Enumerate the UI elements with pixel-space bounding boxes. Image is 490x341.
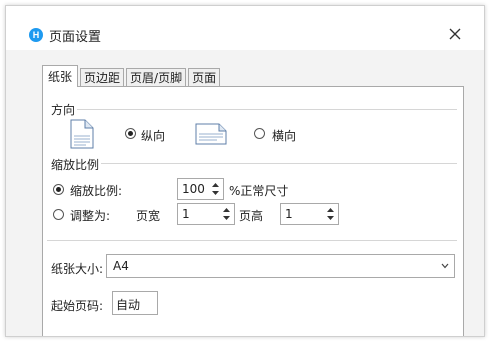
scale-percent-label: 缩放比例: bbox=[70, 184, 123, 198]
dialog-title: 页面设置 bbox=[49, 30, 102, 45]
tab-header-footer[interactable]: 页眉/页脚 bbox=[126, 68, 187, 87]
scaling-section-label: 缩放比例 bbox=[51, 158, 100, 172]
pages-wide-value: 1 bbox=[182, 207, 190, 221]
paper-size-value: A4 bbox=[113, 259, 129, 273]
scale-percent-stepper[interactable]: 100 bbox=[177, 178, 224, 200]
page-setup-dialog: H 页面设置 纸张 页边距 页眉/页脚 页面 方向 纵向 横向 缩放比例 缩放比… bbox=[5, 5, 485, 337]
paper-size-label: 纸张大小: bbox=[51, 262, 104, 276]
scaling-divider bbox=[101, 163, 457, 164]
paper-size-divider bbox=[47, 240, 457, 241]
close-icon bbox=[449, 28, 461, 40]
app-logo-icon: H bbox=[29, 28, 43, 42]
stepper-arrows-icon[interactable] bbox=[326, 206, 335, 222]
pages-tall-stepper[interactable]: 1 bbox=[280, 203, 339, 225]
title-bar: H 页面设置 bbox=[6, 6, 484, 50]
fit-to-pages-label: 调整为: bbox=[70, 209, 111, 223]
scale-percent-radio[interactable] bbox=[53, 184, 64, 195]
close-button[interactable] bbox=[444, 23, 466, 45]
first-page-number-label: 起始页码: bbox=[51, 299, 104, 313]
portrait-label: 纵向 bbox=[141, 129, 166, 143]
tab-page[interactable]: 页面 bbox=[188, 68, 221, 87]
tab-paper[interactable]: 纸张 bbox=[42, 65, 79, 87]
stepper-arrows-icon[interactable] bbox=[211, 181, 220, 197]
pages-tall-value: 1 bbox=[285, 207, 293, 221]
tab-margins[interactable]: 页边距 bbox=[80, 68, 125, 87]
orientation-section-label: 方向 bbox=[51, 103, 76, 117]
paper-tab-panel: 方向 纵向 横向 缩放比例 缩放比例: 100 %正常尺寸 调整为: 页宽 1 … bbox=[42, 86, 464, 336]
landscape-radio[interactable] bbox=[254, 128, 265, 139]
first-page-number-field[interactable]: 自动 bbox=[112, 291, 158, 315]
pages-tall-label: 页高 bbox=[239, 209, 264, 223]
landscape-page-icon bbox=[195, 123, 227, 145]
chevron-down-icon bbox=[441, 263, 449, 269]
landscape-label: 横向 bbox=[272, 129, 297, 143]
fit-to-pages-radio[interactable] bbox=[53, 209, 64, 220]
first-page-number-value: 自动 bbox=[116, 298, 141, 312]
pages-wide-label: 页宽 bbox=[136, 209, 161, 223]
paper-size-select[interactable]: A4 bbox=[106, 254, 455, 278]
orientation-divider bbox=[77, 109, 457, 110]
scale-percent-suffix: %正常尺寸 bbox=[229, 184, 289, 198]
stepper-arrows-icon[interactable] bbox=[222, 206, 231, 222]
portrait-page-icon bbox=[70, 119, 94, 149]
tab-bar: 纸张 页边距 页眉/页脚 页面 bbox=[42, 65, 222, 87]
scale-percent-value: 100 bbox=[182, 182, 205, 196]
pages-wide-stepper[interactable]: 1 bbox=[177, 203, 235, 225]
portrait-radio[interactable] bbox=[125, 128, 136, 139]
